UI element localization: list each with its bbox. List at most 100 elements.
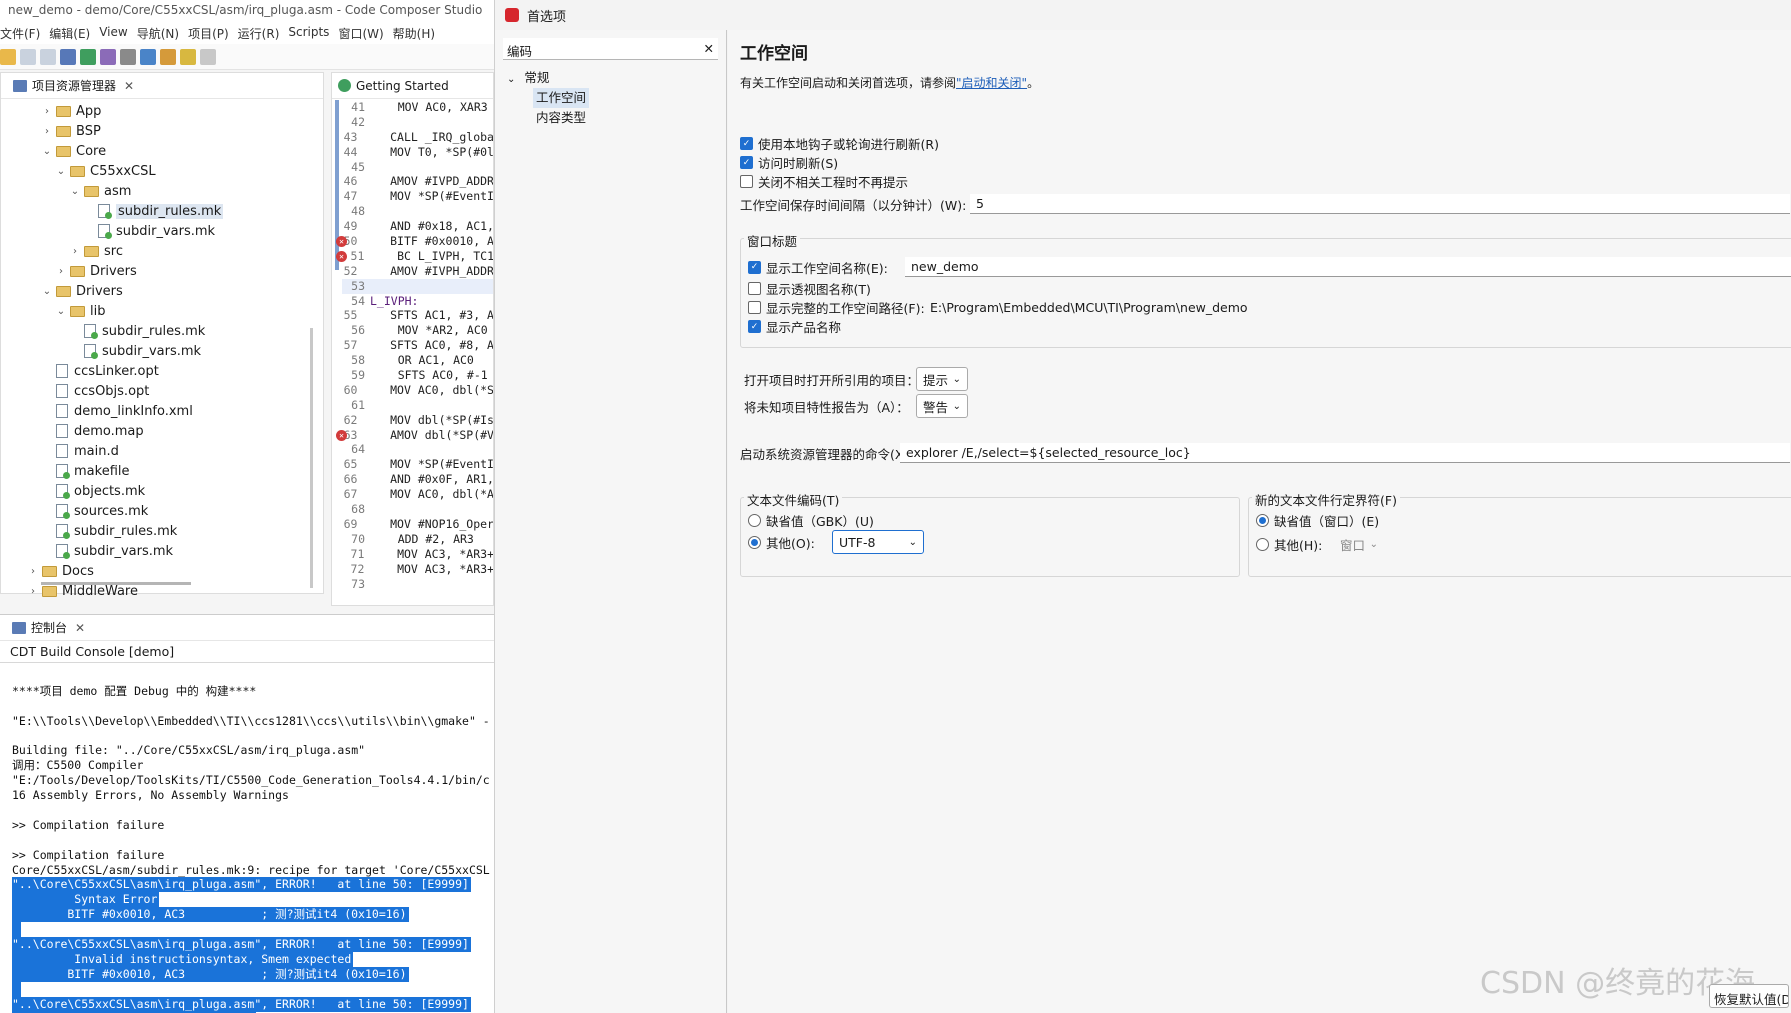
refresh-on-access-checkbox[interactable]: ✓ 访问时刷新(S) <box>740 153 838 172</box>
tree-node[interactable]: ⌄ Drivers <box>1 281 323 301</box>
tree-node[interactable]: › Drivers <box>1 261 323 281</box>
menu-item[interactable]: 运行(R) <box>238 22 289 44</box>
chevron-right-icon[interactable]: › <box>69 246 81 257</box>
tree-node[interactable]: › Docs <box>1 561 323 581</box>
explorer-command-input[interactable]: explorer /E,/select=${selected_resource_… <box>900 443 1790 463</box>
delimiter-default-radio[interactable]: 缺省值（窗口）(E) <box>1256 511 1379 530</box>
nav-node-content-types[interactable]: 内容类型 <box>495 108 726 128</box>
project-tree-horizontal-scrollbar[interactable] <box>41 582 191 585</box>
startup-shutdown-link[interactable]: "启动和关闭" <box>956 76 1027 90</box>
menu-item[interactable]: 编辑(E) <box>49 22 99 44</box>
tree-node[interactable]: ⌄ Core <box>1 141 323 161</box>
chevron-down-icon[interactable]: ⌄ <box>41 146 53 157</box>
save-all-icon[interactable] <box>40 48 56 65</box>
arrow-left-icon[interactable] <box>180 48 196 65</box>
checkbox-box[interactable]: ✓ <box>748 260 761 274</box>
chevron-down-icon[interactable]: ⌄ <box>41 286 53 297</box>
tree-node[interactable]: subdir_rules.mk <box>1 521 323 541</box>
error-marker-icon[interactable]: ✕ <box>336 250 347 262</box>
restore-defaults-button[interactable]: 恢复默认值(D) <box>1709 984 1789 1008</box>
nav-node-general[interactable]: ⌄ 常规 <box>495 68 726 88</box>
no-prompt-close-projects-checkbox[interactable]: 关闭不相关工程时不再提示 <box>740 172 908 191</box>
encoding-default-radio[interactable]: 缺省值（GBK）(U) <box>748 511 874 530</box>
close-icon[interactable]: ✕ <box>124 79 134 93</box>
console-line-text: 调用：C5500 Compiler <box>12 758 144 773</box>
chevron-right-icon[interactable]: › <box>41 126 53 137</box>
tree-node[interactable]: › src <box>1 241 323 261</box>
chevron-right-icon[interactable]: › <box>27 586 39 597</box>
checkbox-box[interactable] <box>748 301 761 314</box>
delimiter-other-combo[interactable]: 窗口 ⌄ <box>1334 532 1384 556</box>
nav-node-workspace[interactable]: 工作空间 <box>495 88 726 108</box>
clear-icon[interactable]: ✕ <box>704 41 714 56</box>
refresh-native-hooks-checkbox[interactable]: ✓ 使用本地钩子或轮询进行刷新(R) <box>740 134 939 153</box>
tree-node[interactable]: ccsLinker.opt <box>1 361 323 381</box>
tree-node[interactable]: demo.map <box>1 421 323 441</box>
chevron-down-icon[interactable]: ⌄ <box>55 306 67 317</box>
close-icon[interactable]: ✕ <box>75 621 85 635</box>
chevron-right-icon[interactable]: › <box>55 266 67 277</box>
open-referenced-dropdown[interactable]: 提示 ⌄ <box>916 367 968 391</box>
menu-item[interactable]: 导航(N) <box>137 22 188 44</box>
chevron-right-icon[interactable]: › <box>41 106 53 117</box>
chevron-right-icon[interactable]: › <box>27 566 39 577</box>
tree-node[interactable]: ⌄ lib <box>1 301 323 321</box>
menu-item[interactable]: 文件(F) <box>0 22 49 44</box>
tree-node[interactable]: subdir_rules.mk <box>1 321 323 341</box>
report-unknown-row: 将未知项目特性报告为（A）： 警告 ⌄ <box>744 394 968 418</box>
line-number-text: 54 <box>351 293 365 308</box>
chevron-down-icon[interactable]: ⌄ <box>55 166 67 177</box>
tree-node[interactable]: objects.mk <box>1 481 323 501</box>
menu-item[interactable]: 帮助(H) <box>393 22 444 44</box>
chevron-down-icon[interactable]: ⌄ <box>69 186 81 197</box>
tree-node[interactable]: makefile <box>1 461 323 481</box>
show-perspective-checkbox[interactable]: 显示透视图名称(T) <box>748 279 871 298</box>
tree-node[interactable]: subdir_rules.mk <box>1 201 323 221</box>
preferences-filter-input[interactable]: 编码 ✕ <box>503 38 718 60</box>
tree-node[interactable]: demo_linkInfo.xml <box>1 401 323 421</box>
console-icon[interactable] <box>60 48 76 65</box>
console-output[interactable]: ****项目 demo 配置 Debug 中的 构建**** "E:\\Tools… <box>0 663 494 1013</box>
tree-node[interactable]: sources.mk <box>1 501 323 521</box>
menu-item[interactable]: View <box>99 22 136 44</box>
arrow-right-icon[interactable] <box>200 48 216 65</box>
debug-icon[interactable] <box>100 48 116 65</box>
search-icon[interactable] <box>140 48 156 65</box>
report-unknown-dropdown[interactable]: 警告 ⌄ <box>916 394 968 418</box>
build-icon[interactable] <box>80 48 96 65</box>
radio-circle[interactable] <box>748 535 761 549</box>
menu-item[interactable]: 窗口(W) <box>338 22 392 44</box>
workspace-name-input[interactable]: new_demo <box>905 257 1791 277</box>
console-tab[interactable]: 控制台 ✕ <box>0 615 494 641</box>
checkbox-box <box>748 282 761 295</box>
project-explorer-tab[interactable]: 项目资源管理器 ✕ <box>1 73 323 99</box>
save-interval-input[interactable]: 5 <box>970 194 1790 214</box>
editor-tab-getting-started[interactable]: Getting Started <box>332 73 493 99</box>
project-tree-vertical-scrollbar[interactable] <box>310 328 313 588</box>
hammer-icon[interactable] <box>120 48 136 65</box>
tree-node[interactable]: main.d <box>1 441 323 461</box>
save-icon[interactable] <box>20 48 36 65</box>
console-line-text <box>12 981 21 997</box>
menu-item[interactable]: 项目(P) <box>188 22 238 44</box>
tree-node[interactable]: subdir_vars.mk <box>1 221 323 241</box>
tree-node[interactable]: › BSP <box>1 121 323 141</box>
pencil-icon[interactable] <box>160 48 176 65</box>
tree-node[interactable]: ⌄ asm <box>1 181 323 201</box>
show-product-name-checkbox[interactable]: ✓ 显示产品名称 <box>748 317 841 336</box>
tree-node[interactable]: ⌄ C55xxCSL <box>1 161 323 181</box>
tree-node[interactable]: subdir_vars.mk <box>1 541 323 561</box>
error-marker-icon[interactable]: ✕ <box>336 429 347 441</box>
new-icon[interactable] <box>0 48 16 65</box>
menu-item[interactable]: Scripts <box>288 22 338 44</box>
tree-node[interactable]: ccsObjs.opt <box>1 381 323 401</box>
error-marker-icon[interactable]: ✕ <box>336 236 347 248</box>
tree-node[interactable]: subdir_vars.mk <box>1 341 323 361</box>
radio-circle[interactable] <box>1256 537 1269 551</box>
folder-icon <box>70 165 85 177</box>
code-area[interactable]: 41 MOV AC0, XAR3 42 43 CALL _IRQ_globa 44 M… <box>336 100 494 591</box>
folder-icon <box>56 145 71 157</box>
encoding-other-combo[interactable]: UTF-8 ⌄ <box>832 530 924 554</box>
code-text: AMOV #IVPD_ADDR <box>362 174 494 189</box>
tree-node[interactable]: › App <box>1 101 323 121</box>
